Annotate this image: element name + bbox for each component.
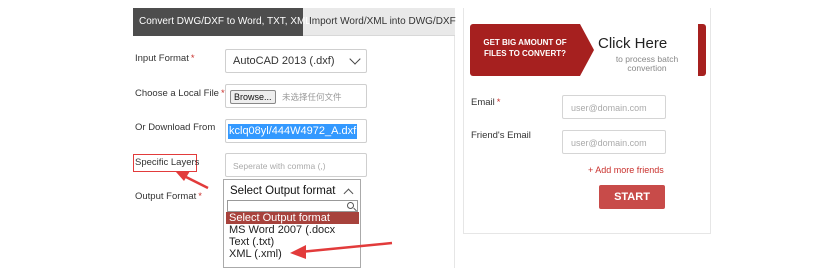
- no-file-text: 未选择任何文件: [282, 92, 342, 102]
- email-label-text: Email: [471, 97, 495, 108]
- download-url-input[interactable]: kclq08yl/444W4972_A.dxf: [225, 119, 367, 143]
- dropdown-option[interactable]: XML (.xml): [226, 248, 359, 260]
- email-field[interactable]: user@domain.com: [562, 95, 666, 119]
- output-format-selected: Select Output format: [230, 185, 336, 197]
- start-button[interactable]: START: [599, 185, 665, 209]
- dropdown-search-input[interactable]: [227, 200, 358, 212]
- tab-bar: Convert DWG/DXF to Word, TXT, XML Import…: [133, 8, 456, 36]
- tab-convert-to-word[interactable]: Convert DWG/DXF to Word, TXT, XML: [133, 8, 311, 36]
- input-format-select[interactable]: AutoCAD 2013 (.dxf): [225, 49, 367, 73]
- output-format-dropdown[interactable]: Select Output format Select Output forma…: [223, 179, 361, 268]
- specific-layers-label: Specific Layers: [135, 157, 200, 168]
- batch-banner[interactable]: GET BIG AMOUNT OF FILES TO CONVERT? Clic…: [470, 24, 706, 84]
- email-label: Email *: [471, 97, 500, 108]
- required-mark: *: [198, 191, 202, 202]
- friend-email-label: Friend's Email: [471, 130, 531, 141]
- dropdown-option[interactable]: Text (.txt): [226, 236, 359, 248]
- banner-text: GET BIG AMOUNT OF FILES TO CONVERT?: [483, 38, 567, 58]
- friend-email-field[interactable]: user@domain.com: [562, 130, 666, 154]
- dropdown-option[interactable]: Select Output format: [226, 212, 359, 224]
- batch-convert-panel: GET BIG AMOUNT OF FILES TO CONVERT? Clic…: [463, 8, 711, 234]
- dropdown-option[interactable]: MS Word 2007 (.docx: [226, 224, 359, 236]
- chevron-up-icon: [343, 188, 354, 199]
- input-format-label-text: Input Format: [135, 53, 189, 64]
- banner-tip: [580, 24, 594, 76]
- click-here-text: Click Here: [598, 35, 668, 52]
- browse-button[interactable]: Browse...: [230, 90, 276, 104]
- chevron-down-icon: [349, 53, 361, 65]
- click-here-subtext: to process batch convertion: [615, 54, 679, 73]
- input-format-label: Input Format *: [135, 53, 195, 64]
- converter-panel: Convert DWG/DXF to Word, TXT, XML Import…: [133, 8, 456, 268]
- search-icon: [347, 202, 354, 209]
- local-file-field: Browse... 未选择任何文件: [225, 84, 367, 108]
- local-file-label-text: Choose a Local File: [135, 88, 219, 99]
- required-mark: *: [496, 97, 501, 108]
- download-url-value: kclq08yl/444W4972_A.dxf: [228, 124, 358, 139]
- download-label: Or Download From: [135, 122, 216, 133]
- output-format-label: Output Format *: [135, 191, 202, 202]
- specific-layers-input[interactable]: Seperate with comma (,): [225, 153, 367, 177]
- banner-right-strip: [698, 24, 706, 76]
- friend-email-placeholder: user@domain.com: [571, 138, 647, 148]
- output-format-label-text: Output Format: [135, 191, 197, 202]
- input-format-value: AutoCAD 2013 (.dxf): [233, 55, 335, 67]
- local-file-label: Choose a Local File *: [135, 88, 225, 99]
- tab-import-into-dwg[interactable]: Import Word/XML into DWG/DXF: [303, 8, 456, 36]
- email-placeholder: user@domain.com: [571, 103, 647, 113]
- required-mark: *: [190, 53, 195, 64]
- layers-placeholder: Seperate with comma (,): [233, 161, 326, 171]
- add-more-friends-link[interactable]: + Add more friends: [588, 165, 664, 175]
